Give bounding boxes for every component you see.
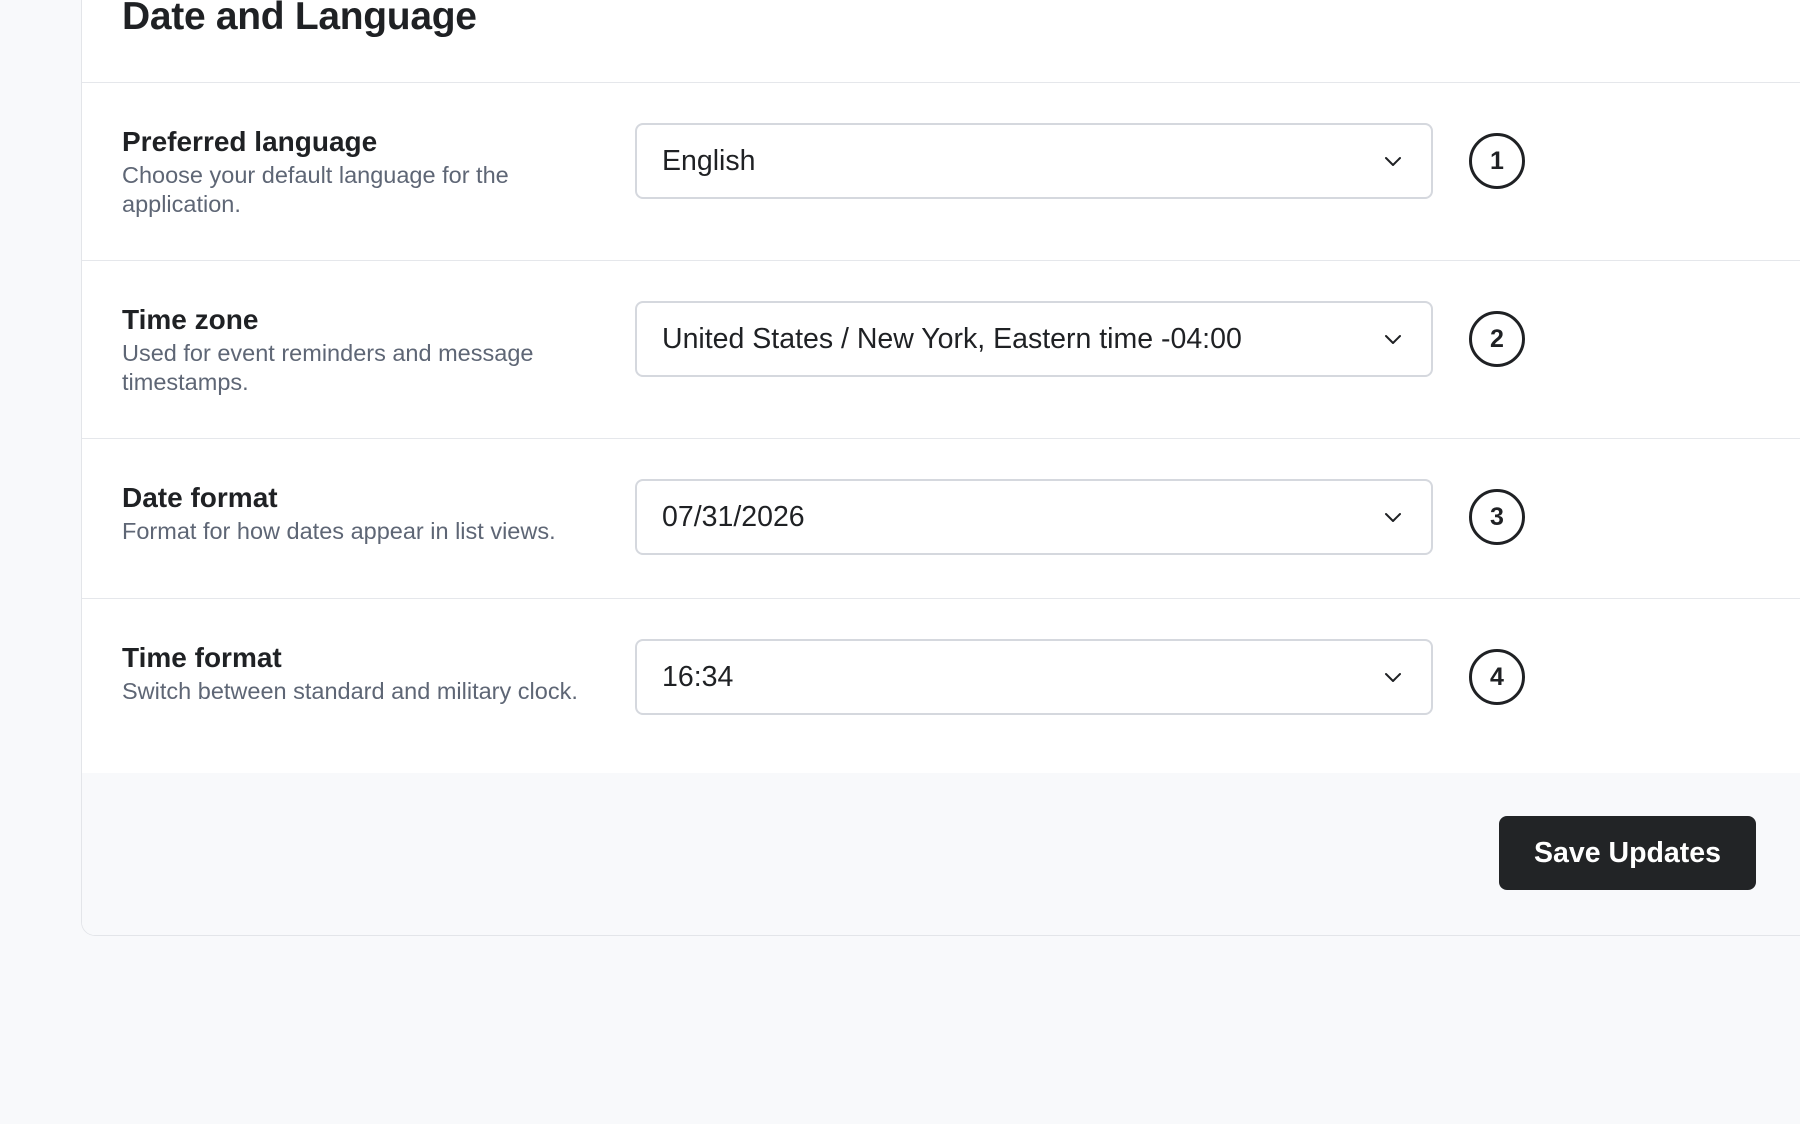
timezone-select[interactable]: United States / New York, Eastern time -…: [635, 301, 1433, 377]
chevron-down-icon: [1385, 335, 1401, 344]
setting-title-date-format: Date format: [122, 482, 278, 513]
setting-title-time-format: Time format: [122, 642, 282, 673]
language-select-value: English: [662, 145, 756, 177]
setting-title-timezone: Time zone: [122, 304, 259, 335]
timezone-select-value: United States / New York, Eastern time -…: [662, 323, 1242, 355]
setting-label: Time format Switch between standard and …: [122, 641, 602, 706]
setting-label: Date format Format for how dates appear …: [122, 481, 602, 546]
setting-row-language: Preferred language Choose your default l…: [82, 83, 1800, 261]
step-badge-2: 2: [1469, 311, 1525, 367]
step-badge-3: 3: [1469, 489, 1525, 545]
step-badge-1: 1: [1469, 133, 1525, 189]
save-updates-button[interactable]: Save Updates: [1499, 816, 1756, 890]
setting-row-date-format: Date format Format for how dates appear …: [82, 439, 1800, 599]
setting-row-timezone: Time zone Used for event reminders and m…: [82, 261, 1800, 439]
chevron-down-icon: [1385, 673, 1401, 682]
setting-description-time-format: Switch between standard and military clo…: [122, 678, 578, 704]
setting-title-language: Preferred language: [122, 126, 378, 157]
setting-description-date-format: Format for how dates appear in list view…: [122, 518, 556, 544]
date-format-select[interactable]: 07/31/2026: [635, 479, 1433, 555]
step-badge-4: 4: [1469, 649, 1525, 705]
setting-description-language: Choose your default language for the app…: [122, 162, 509, 217]
time-format-select[interactable]: 16:34: [635, 639, 1433, 715]
card-header: Date and Language: [82, 0, 1800, 83]
language-select[interactable]: English: [635, 123, 1433, 199]
section-title: Date and Language: [122, 0, 477, 38]
time-format-select-value: 16:34: [662, 661, 734, 693]
card-footer: Save Updates: [82, 773, 1800, 935]
settings-card: Date and Language Preferred language Cho…: [81, 0, 1800, 936]
setting-description-timezone: Used for event reminders and message tim…: [122, 340, 534, 395]
setting-row-time-format: Time format Switch between standard and …: [82, 599, 1800, 777]
chevron-down-icon: [1385, 157, 1401, 166]
date-format-select-value: 07/31/2026: [662, 501, 805, 533]
chevron-down-icon: [1385, 513, 1401, 522]
setting-label: Time zone Used for event reminders and m…: [122, 303, 602, 397]
setting-label: Preferred language Choose your default l…: [122, 125, 602, 219]
